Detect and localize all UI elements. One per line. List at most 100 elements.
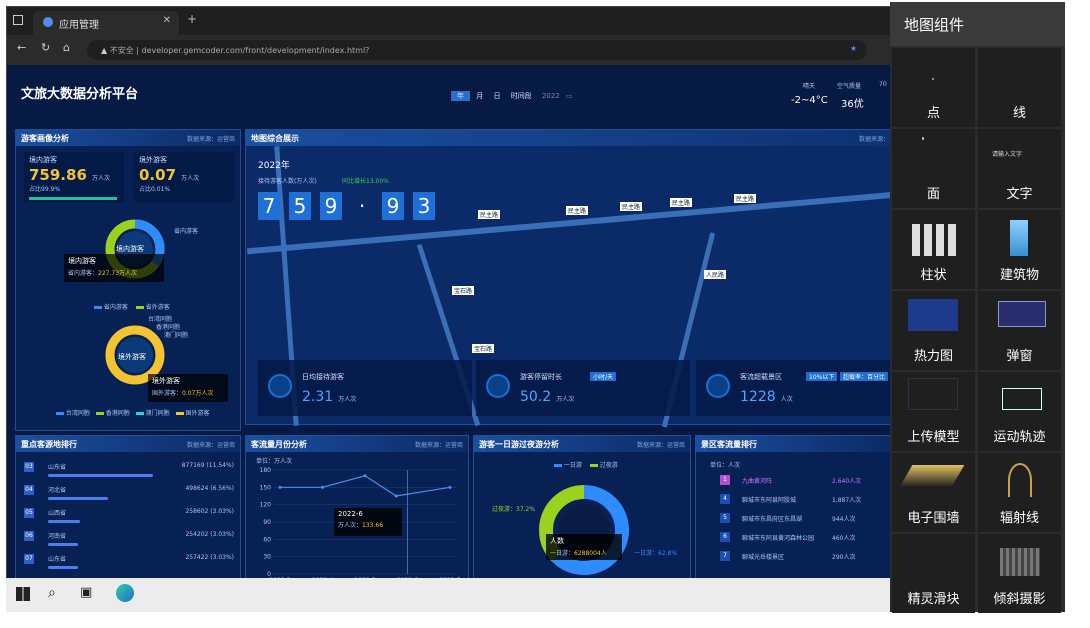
taskbar: ⌕ ▣ [6, 578, 890, 612]
refresh-icon[interactable]: ↻ [41, 41, 50, 54]
trip-center-sub: 一日游： [550, 550, 575, 557]
province-value: 254202 (3.03%) [185, 531, 234, 538]
component-label-popup: 弹窗 [1006, 349, 1033, 364]
y-tick-label: 30 [263, 554, 271, 561]
upload-model-icon [908, 378, 958, 410]
fence-icon [899, 465, 965, 487]
window-menu-icon[interactable] [13, 15, 23, 25]
component-cell-text[interactable]: 请输入文字 文字 [978, 129, 1061, 208]
province-bar [48, 543, 79, 546]
browser-tab[interactable]: 应用管理 ✕ [33, 11, 179, 35]
component-cell-heatmap[interactable]: 热力图 [892, 291, 975, 370]
data-point[interactable] [363, 474, 367, 478]
tip2-label: 国外游客： [152, 390, 183, 397]
scenic-rank: 7 [720, 551, 730, 561]
table-row: 07 山东省 257422 (3.03%) [24, 552, 234, 572]
y-tick-label: 150 [260, 484, 272, 491]
domestic-ratio: 占比99.9% [29, 186, 61, 193]
tip1-title: 境内游客 [68, 257, 96, 265]
favorite-icon[interactable]: ★ [850, 44, 857, 53]
y-tick-label: 90 [263, 519, 271, 526]
province-bar [48, 474, 153, 477]
legend-foreign: 台湾同胞 香港同胞 澳门同胞 国外游客 [56, 408, 210, 417]
date-selector: 年 月 日 时间段 2022 ▭ [451, 91, 573, 101]
legend-domestic: 省内游客 省外游客 [94, 302, 170, 311]
scenic-value: 460人次 [832, 535, 856, 542]
stat3-badge-2: 超载率：百分比 [840, 372, 889, 381]
component-cell-fence[interactable]: 电子围墙 [892, 453, 975, 532]
component-cell-line[interactable]: 线 [978, 48, 1061, 127]
close-tab-icon[interactable]: ✕ [163, 15, 171, 26]
date-tab-month[interactable]: 月 [472, 91, 487, 101]
province-value: 258602 (3.03%) [185, 508, 234, 515]
foreign-ratio: 占比0.01% [139, 186, 171, 193]
legend2-item-1: 台湾同胞 [65, 410, 90, 417]
data-point[interactable] [448, 485, 452, 489]
scenic-name: 聊城光岳楼景区 [742, 554, 785, 561]
scenic-rank: 6 [720, 532, 730, 542]
data-point[interactable] [394, 494, 398, 498]
road-label-8: 宝石路 [472, 344, 495, 353]
monthly-tooltip: 2022-6 万人次：133.66 [334, 508, 402, 536]
rank-badge: 03 [24, 462, 34, 472]
url-field[interactable]: ▲ 不安全 | developer.gemcoder.com/front/dev… [87, 40, 867, 60]
growth-label: 同比增长13.00% [342, 178, 389, 185]
foreign-label: 境外游客 [139, 156, 167, 164]
rank-badge: 04 [24, 485, 34, 495]
component-cell-radiation[interactable]: 辐射线 [978, 453, 1061, 532]
component-cell-track[interactable]: 运动轨迹 [978, 372, 1061, 451]
task-view-icon[interactable]: ▣ [80, 585, 92, 600]
windows-start-icon[interactable] [16, 587, 30, 601]
new-tab-icon[interactable]: + [187, 12, 197, 26]
rank-badge: 05 [24, 508, 34, 518]
domestic-value: 759.86 [29, 166, 87, 184]
tab-title: 应用管理 [59, 20, 99, 31]
component-label-building: 建筑物 [999, 268, 1039, 283]
table-row: 06 河南省 254202 (3.03%) [24, 529, 234, 549]
tip2-value: 0.07万人次 [182, 390, 214, 397]
foreign-value: 0.07 [139, 166, 177, 184]
road-label-4: 民主路 [670, 198, 693, 207]
y-tick-label: 60 [263, 536, 271, 543]
home-icon[interactable]: ⌂ [63, 41, 70, 54]
component-cell-sprite[interactable]: 精灵滑块 [892, 534, 975, 613]
trip-left-pct: 37.2% [516, 506, 536, 513]
trip-donut-chart [539, 485, 629, 575]
stat1-label: 日均接待游客 [302, 373, 344, 381]
province-name: 山西省 [48, 510, 67, 517]
stat3-badge-1: 10%以下 [806, 372, 838, 381]
legend2-item-2: 香港同胞 [105, 410, 130, 417]
back-icon[interactable]: ← [17, 41, 26, 54]
url-text: developer.gemcoder.com/front/development… [141, 46, 370, 55]
year-value[interactable]: 2022 [538, 91, 564, 101]
data-point[interactable] [278, 485, 282, 489]
component-cell-building[interactable]: 建筑物 [978, 210, 1061, 289]
series-line [280, 475, 451, 497]
component-label-point: 点 [926, 106, 940, 121]
legend2-item-3: 澳门同胞 [145, 410, 170, 417]
component-cell-point[interactable]: 点 [892, 48, 975, 127]
map-source: 数据来源： [858, 136, 889, 143]
component-cell-column[interactable]: 柱状 [892, 210, 975, 289]
aq-label: 空气质量 [837, 83, 862, 90]
foreign-card: 境外游客 0.07 万人次 占比0.01% [134, 152, 234, 202]
clock-icon [268, 374, 292, 398]
scenic-rank: 5 [720, 513, 730, 523]
stat2-badge: 小时/天 [590, 372, 617, 381]
edge-browser-icon[interactable] [116, 584, 134, 602]
range-label[interactable]: 时间段 [507, 91, 536, 101]
component-cell-upload[interactable]: 上传模型 [892, 372, 975, 451]
trip-left-label: 过夜游： [492, 506, 517, 513]
data-point[interactable] [321, 485, 324, 489]
date-tab-day[interactable]: 日 [489, 91, 504, 101]
date-tab-year[interactable]: 年 [451, 91, 470, 101]
component-cell-polygon[interactable]: 面 [892, 129, 975, 208]
calendar-icon[interactable]: ▭ [566, 92, 573, 100]
rank-badge: 07 [24, 554, 34, 564]
scenic-rank: 1 [720, 475, 730, 485]
search-icon[interactable]: ⌕ [48, 585, 56, 601]
component-cell-oblique[interactable]: 倾斜摄影 [978, 534, 1061, 613]
count-label: 接待游客人数(万人次) [258, 178, 317, 185]
component-cell-popup[interactable]: 弹窗 [978, 291, 1061, 370]
digit-3: 9 [320, 192, 342, 220]
